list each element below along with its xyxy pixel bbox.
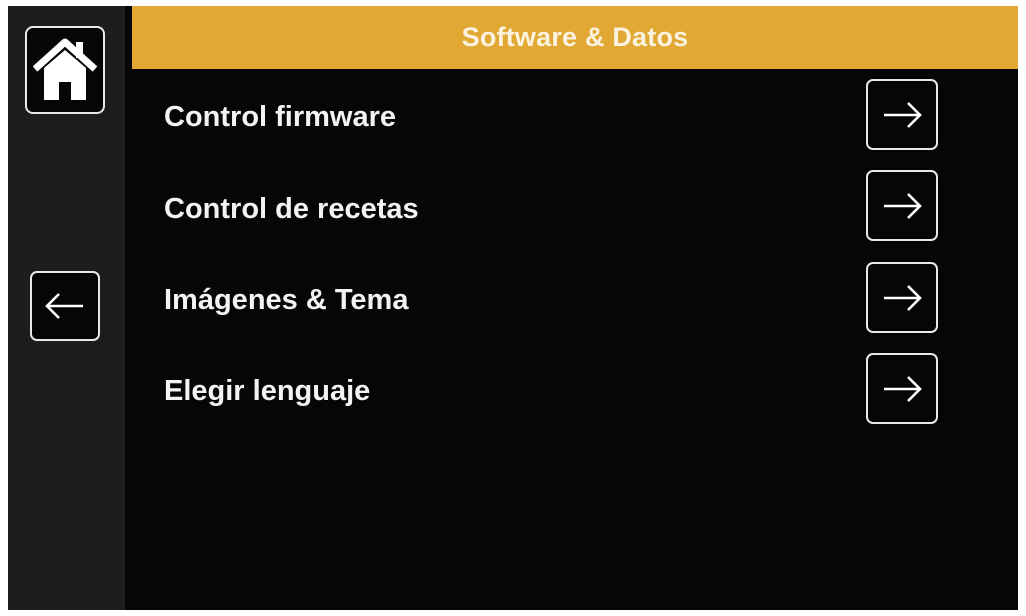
device-screen: Software & Datos Control firmware Contro… xyxy=(8,6,1018,610)
page-title: Software & Datos xyxy=(461,22,689,52)
arrow-right-icon xyxy=(880,100,924,130)
arrow-left-icon xyxy=(43,291,87,321)
home-icon xyxy=(33,36,97,104)
back-button[interactable] xyxy=(30,271,100,341)
elegir-lenguaje-button[interactable] xyxy=(866,353,938,424)
menu-item-label-elegir-lenguaje[interactable]: Elegir lenguaje xyxy=(164,373,370,409)
home-button[interactable] xyxy=(25,26,105,114)
menu-item-label-imagenes-tema[interactable]: Imágenes & Tema xyxy=(164,282,408,318)
arrow-right-icon xyxy=(880,374,924,404)
imagenes-tema-button[interactable] xyxy=(866,262,938,333)
sidebar xyxy=(8,6,125,610)
menu-item-label-control-de-recetas[interactable]: Control de recetas xyxy=(164,191,419,227)
menu-item-label-control-firmware[interactable]: Control firmware xyxy=(164,99,396,135)
arrow-right-icon xyxy=(880,283,924,313)
control-de-recetas-button[interactable] xyxy=(866,170,938,241)
arrow-right-icon xyxy=(880,191,924,221)
control-firmware-button[interactable] xyxy=(866,79,938,150)
header-bar: Software & Datos xyxy=(132,6,1018,69)
